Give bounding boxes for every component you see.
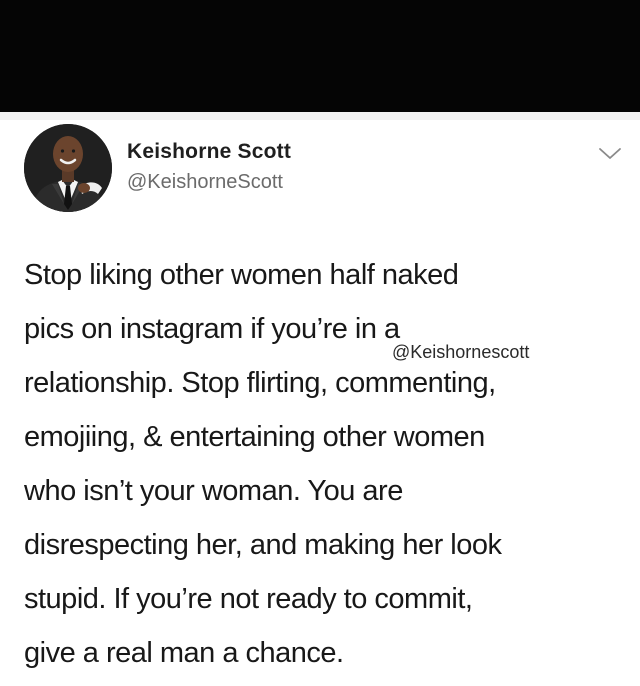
- display-name[interactable]: Keishorne Scott: [127, 140, 291, 164]
- user-handle[interactable]: @KeishorneScott: [127, 170, 291, 194]
- chevron-down-icon[interactable]: [597, 144, 623, 164]
- tweet-header: Keishorne Scott @KeishorneScott: [24, 124, 624, 214]
- avatar[interactable]: [24, 124, 112, 212]
- tweet-text-line: emojiing, & entertaining other women: [24, 421, 485, 453]
- tweet-text-line: stupid. If you’re not ready to commit,: [24, 583, 473, 615]
- user-avatar-photo-icon: [24, 124, 112, 212]
- tweet-text: Stop liking other women half naked pics …: [24, 248, 624, 680]
- tweet-text-line: who isn’t your woman. You are: [24, 475, 403, 507]
- tweet-text-line: give a real man a chance.: [24, 637, 344, 669]
- tweet-text-line: Stop liking other women half naked: [24, 259, 459, 291]
- watermark: @Keishornescott: [392, 342, 530, 362]
- header-divider: [0, 112, 640, 120]
- tweet-text-line: relationship. Stop flirting, commenting,: [24, 367, 496, 399]
- tweet-text-line: pics on instagram if you’re in a: [24, 313, 400, 345]
- name-block: Keishorne Scott @KeishorneScott: [127, 140, 291, 194]
- tweet-text-line: disrespecting her, and making her look: [24, 529, 502, 561]
- top-black-bar: [0, 0, 640, 112]
